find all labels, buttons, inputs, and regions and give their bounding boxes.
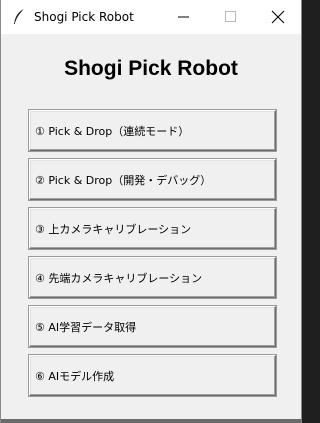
maximize-button[interactable] — [208, 0, 254, 34]
button-label: ⑤ AI学習データ取得 — [35, 321, 137, 334]
tip-camera-calibration-button[interactable]: ④ 先端カメラキャリブレーション — [28, 256, 277, 299]
ai-training-data-button[interactable]: ⑤ AI学習データ取得 — [28, 305, 277, 348]
feather-icon — [12, 8, 26, 26]
minimize-button[interactable] — [161, 0, 207, 34]
title-bar[interactable]: Shogi Pick Robot — [1, 0, 301, 34]
app-window: Shogi Pick Robot Shogi Pick Robot ① Pick… — [0, 0, 302, 423]
button-label: ① Pick & Drop（連続モード） — [35, 125, 190, 138]
top-camera-calibration-button[interactable]: ③ 上カメラキャリブレーション — [28, 207, 277, 250]
button-label: ③ 上カメラキャリブレーション — [35, 223, 192, 236]
button-label: ⑥ AIモデル作成 — [35, 370, 115, 383]
button-label: ② Pick & Drop（開発・デバッグ） — [35, 174, 212, 187]
close-button[interactable] — [255, 0, 301, 34]
maximize-icon — [225, 11, 236, 22]
window-bottom-edge — [1, 419, 301, 423]
button-label: ④ 先端カメラキャリブレーション — [35, 272, 203, 285]
window-title: Shogi Pick Robot — [34, 10, 134, 24]
pick-drop-continuous-button[interactable]: ① Pick & Drop（連続モード） — [28, 109, 277, 152]
page-title: Shogi Pick Robot — [64, 57, 238, 80]
ai-model-create-button[interactable]: ⑥ AIモデル作成 — [28, 354, 277, 397]
close-icon — [271, 10, 285, 24]
minimize-icon — [178, 16, 189, 18]
pick-drop-debug-button[interactable]: ② Pick & Drop（開発・デバッグ） — [28, 158, 277, 201]
